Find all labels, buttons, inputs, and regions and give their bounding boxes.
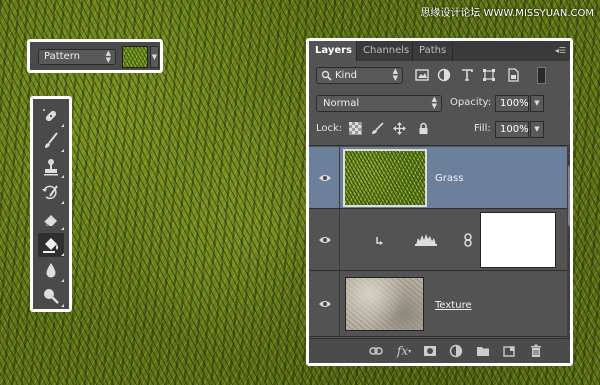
filter-kind-select[interactable]: Kind ▲ ▼ — [316, 67, 403, 84]
tool-group-triangle — [61, 279, 64, 282]
scroll-thumb[interactable] — [568, 165, 570, 227]
layer-name-grass[interactable]: Grass — [435, 173, 463, 184]
dodge-icon[interactable] — [38, 284, 64, 308]
fx-icon[interactable]: fx ▾ — [397, 344, 411, 358]
fill-source-select[interactable]: Pattern ▲ ▼ — [38, 49, 116, 65]
watermark: 思缘设计论坛 WWW.MISSYUAN.COM — [420, 8, 594, 19]
layer-thumbnail-grass[interactable] — [343, 149, 427, 207]
tab-paths[interactable]: Paths — [413, 41, 453, 61]
type-filter-icon[interactable] — [460, 68, 474, 82]
link-layers-icon[interactable] — [369, 344, 383, 358]
fill-input[interactable]: 100% — [495, 121, 529, 138]
fill-source-label: Pattern — [44, 51, 80, 62]
layer-row-adjustment[interactable] — [309, 209, 567, 271]
select-arrows-icon: ▲ ▼ — [392, 67, 398, 82]
shape-filter-icon[interactable] — [482, 68, 496, 82]
lock-row: Lock: Fill: 100% ▼ — [309, 119, 570, 141]
smart-object-filter-icon[interactable] — [506, 68, 520, 82]
pattern-swatch[interactable] — [122, 46, 148, 68]
brush-icon[interactable] — [38, 129, 64, 153]
pattern-options-bar: Pattern ▲ ▼ ▼ — [27, 39, 163, 73]
clipping-arrow-icon — [374, 236, 384, 246]
filter-row: Kind ▲ ▼ — [309, 64, 570, 90]
panel-menu-icon[interactable]: ◂☰ — [553, 45, 566, 56]
filter-kind-label: Kind — [335, 70, 358, 81]
lock-position-icon[interactable] — [393, 122, 406, 135]
history-brush-icon[interactable] — [38, 181, 64, 205]
opacity-label: Opacity: — [450, 97, 492, 108]
layer-name-texture[interactable]: Texture — [435, 300, 472, 311]
pixel-filter-icon[interactable] — [415, 68, 429, 82]
lock-all-icon[interactable] — [417, 122, 430, 135]
scroll-down-arrow-icon[interactable]: ▼ — [568, 331, 570, 337]
blend-mode-select[interactable]: Normal ▲ ▼ — [316, 95, 442, 112]
chevron-down-icon[interactable]: ▼ — [150, 46, 159, 68]
trash-icon[interactable] — [529, 344, 543, 358]
tool-group-triangle — [61, 124, 64, 127]
adjustment-layer-icon[interactable] — [449, 344, 463, 358]
tool-group-triangle — [61, 253, 64, 256]
divider — [309, 145, 570, 146]
fill-label: Fill: — [474, 123, 491, 134]
filter-toggle-switch[interactable] — [537, 67, 546, 84]
chain-link-icon[interactable] — [463, 233, 473, 247]
lock-label: Lock: — [316, 123, 343, 134]
add-mask-icon[interactable] — [423, 344, 437, 358]
layers-panel: Layers Channels Paths ◂☰ Kind ▲ ▼ Normal … — [306, 38, 573, 366]
clone-stamp-icon[interactable] — [38, 155, 64, 179]
lock-image-pixels-icon[interactable] — [371, 122, 384, 135]
fill-slider-toggle[interactable]: ▼ — [530, 121, 544, 138]
folder-icon[interactable] — [476, 344, 490, 358]
layer-row-texture[interactable]: Texture — [309, 271, 567, 337]
blend-mode-label: Normal — [323, 98, 360, 109]
opacity-input[interactable]: 100% — [495, 95, 529, 112]
tool-group-triangle — [61, 304, 64, 307]
paint-bucket-icon[interactable] — [38, 233, 64, 257]
panel-tabs: Layers Channels Paths ◂☰ — [309, 41, 570, 61]
tool-group-triangle — [61, 201, 64, 204]
tools-panel — [30, 96, 72, 312]
tab-channels[interactable]: Channels — [357, 41, 413, 61]
eye-icon[interactable] — [318, 299, 332, 309]
scroll-up-arrow-icon[interactable]: ▲ — [568, 149, 570, 155]
tool-group-triangle — [61, 227, 64, 230]
levels-histogram-icon[interactable] — [415, 232, 437, 246]
layer-mask-thumbnail[interactable] — [480, 212, 556, 268]
layer-thumbnail-texture[interactable] — [345, 277, 424, 331]
blur-icon[interactable] — [38, 259, 64, 283]
opacity-slider-toggle[interactable]: ▼ — [530, 95, 544, 112]
layers-bottom-toolbar: fx ▾ — [309, 338, 570, 363]
select-arrows-icon: ▲ ▼ — [431, 95, 437, 110]
tool-group-triangle — [61, 149, 64, 152]
eye-icon[interactable] — [318, 173, 332, 183]
adjustment-filter-icon[interactable] — [437, 68, 451, 82]
eye-icon[interactable] — [318, 235, 332, 245]
lock-transparency-icon[interactable] — [349, 122, 362, 135]
blend-row: Normal ▲ ▼ Opacity: 100% ▼ — [309, 93, 570, 115]
tool-group-triangle — [61, 175, 64, 178]
eraser-icon[interactable] — [38, 207, 64, 231]
select-arrows-icon: ▲ ▼ — [105, 49, 111, 64]
tab-layers[interactable]: Layers — [309, 41, 357, 61]
spot-healing-brush-icon[interactable] — [38, 104, 64, 128]
search-icon — [321, 70, 332, 81]
new-layer-icon[interactable] — [502, 344, 516, 358]
layer-row-grass[interactable]: Grass — [309, 147, 567, 209]
layers-scrollbar[interactable]: ▲ ▼ — [567, 147, 570, 339]
